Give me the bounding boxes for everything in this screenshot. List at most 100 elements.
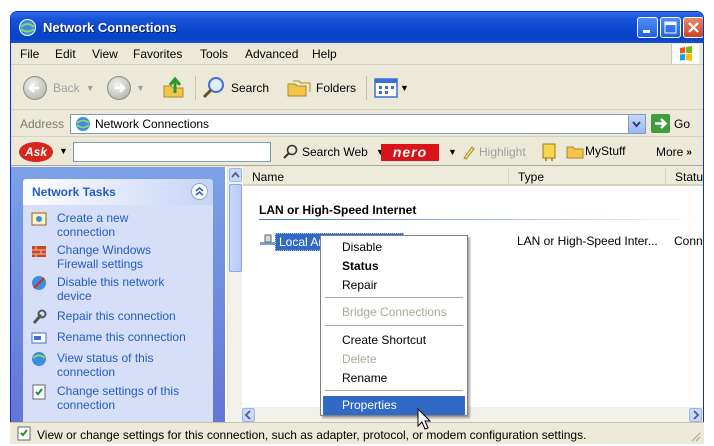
minimize-button[interactable] <box>637 17 658 38</box>
address-value: Network Connections <box>95 117 210 131</box>
ask-logo[interactable]: Ask <box>19 142 53 162</box>
forward-arrow-icon <box>107 76 131 100</box>
menu-help[interactable]: Help <box>312 47 337 61</box>
rename-icon <box>31 332 47 344</box>
ask-toolbar: Ask ▼ Search Web ▼ nero ▼ Highlight MySt… <box>11 138 703 166</box>
task-create-connection[interactable]: Create a new connection <box>31 211 211 241</box>
connections-list: Name Type Status LAN or High-Speed Inter… <box>243 167 703 423</box>
network-connections-icon <box>19 19 36 36</box>
ask-search-input[interactable] <box>73 142 271 162</box>
task-firewall-settings[interactable]: Change Windows Firewall settings <box>31 243 211 273</box>
nero-logo[interactable]: nero <box>381 144 439 161</box>
maximize-button[interactable] <box>660 17 681 38</box>
address-dropdown-button[interactable] <box>628 115 645 133</box>
task-label: Disable this network device <box>57 275 165 303</box>
status-bar: View or change settings for this connect… <box>10 422 704 444</box>
menu-file[interactable]: File <box>20 47 39 61</box>
task-change-settings[interactable]: Change settings of this connection <box>31 384 211 414</box>
close-button[interactable] <box>683 17 703 38</box>
up-folder-icon <box>163 76 184 98</box>
menu-item-properties[interactable]: Properties <box>323 396 465 415</box>
go-button[interactable] <box>651 114 670 133</box>
menu-item-status[interactable]: Status <box>323 257 465 276</box>
address-field[interactable]: Network Connections <box>70 114 646 134</box>
highlight-button[interactable]: Highlight <box>461 144 526 160</box>
column-status[interactable]: Status <box>666 167 703 186</box>
task-repair-connection[interactable]: Repair this connection <box>31 309 211 325</box>
window-title: Network Connections <box>43 20 177 35</box>
folders-icon <box>287 80 311 97</box>
windows-flag-icon <box>680 46 692 61</box>
title-bar[interactable]: Network Connections <box>11 12 703 43</box>
chevron-right-icon <box>693 410 700 420</box>
views-dropdown-icon[interactable]: ▼ <box>400 83 409 93</box>
connection-status: Connec <box>674 234 703 248</box>
up-folder-button[interactable] <box>161 74 187 102</box>
chevron-up-icon <box>231 171 240 178</box>
forward-button[interactable]: ▼ <box>107 74 145 102</box>
toolbar-separator <box>195 76 196 100</box>
ask-dropdown-icon[interactable]: ▼ <box>59 146 68 156</box>
scroll-up-button[interactable] <box>229 168 242 182</box>
menu-tools[interactable]: Tools <box>200 47 228 61</box>
magnifier-icon <box>283 144 298 159</box>
menu-separator <box>325 297 463 298</box>
views-button[interactable]: ▼ <box>374 74 409 102</box>
search-web-button[interactable]: Search Web ▼ <box>283 144 385 160</box>
menu-advanced[interactable]: Advanced <box>245 47 298 61</box>
scroll-left-button[interactable] <box>242 408 255 422</box>
folders-button[interactable]: Folders <box>286 74 356 102</box>
menu-edit[interactable]: Edit <box>55 47 76 61</box>
menu-separator <box>325 325 463 326</box>
network-tasks-header[interactable]: Network Tasks <box>23 179 213 205</box>
search-web-label: Search Web <box>302 145 368 159</box>
search-button[interactable]: Search <box>201 74 269 102</box>
menu-view[interactable]: View <box>92 47 118 61</box>
nero-dropdown-icon[interactable]: ▼ <box>448 147 457 157</box>
mystuff-label: MyStuff <box>585 144 626 158</box>
minimize-icon <box>643 30 650 33</box>
collapse-button[interactable] <box>191 183 208 200</box>
resize-grip-icon[interactable] <box>689 430 701 442</box>
menu-favorites[interactable]: Favorites <box>133 47 182 61</box>
network-tasks-list: Create a new connection Change Windows F… <box>23 205 213 423</box>
back-dropdown-icon[interactable]: ▼ <box>86 83 95 93</box>
toolbar-separator <box>366 76 367 100</box>
forward-dropdown-icon[interactable]: ▼ <box>136 83 145 93</box>
highlight-label: Highlight <box>479 145 526 159</box>
task-rename-connection[interactable]: Rename this connection <box>31 330 211 346</box>
column-type[interactable]: Type <box>509 167 666 186</box>
more-label: More <box>656 145 684 159</box>
settings-icon <box>17 426 31 441</box>
folder-icon <box>566 146 584 159</box>
task-disable-device[interactable]: Disable this network device <box>31 275 211 305</box>
menu-item-rename[interactable]: Rename <box>323 369 465 388</box>
scroll-thumb[interactable] <box>229 184 242 272</box>
menu-item-create-shortcut[interactable]: Create Shortcut <box>323 331 465 350</box>
disable-network-icon <box>32 276 46 290</box>
standard-toolbar: Back ▼ ▼ Search Folders ▼ <box>11 66 703 110</box>
go-label[interactable]: Go <box>674 117 690 131</box>
menu-item-repair[interactable]: Repair <box>323 276 465 295</box>
notepad-button[interactable] <box>541 143 557 164</box>
status-icon <box>32 352 46 366</box>
search-icon <box>202 77 224 99</box>
context-menu: Disable Status Repair Bridge Connections… <box>320 235 468 416</box>
task-label: Create a new connection <box>57 211 129 239</box>
column-name[interactable]: Name <box>243 167 509 186</box>
close-icon <box>688 22 699 33</box>
task-pane-scrollbar[interactable] <box>227 167 242 423</box>
highlighter-icon <box>463 146 475 160</box>
back-button[interactable]: Back ▼ <box>23 74 95 102</box>
menu-item-disable[interactable]: Disable <box>323 238 465 257</box>
menu-bar: File Edit View Favorites Tools Advanced … <box>11 43 703 65</box>
chevron-down-icon <box>632 121 641 128</box>
more-button[interactable]: More » <box>656 145 692 159</box>
menu-separator <box>325 390 463 391</box>
windows-logo <box>671 44 699 64</box>
task-view-status[interactable]: View status of this connection <box>31 351 211 381</box>
scroll-right-button[interactable] <box>689 408 702 422</box>
connection-type: LAN or High-Speed Inter... <box>517 234 658 248</box>
mystuff-button[interactable]: MyStuff <box>566 143 625 159</box>
task-label: Change settings of this connection <box>57 384 180 412</box>
